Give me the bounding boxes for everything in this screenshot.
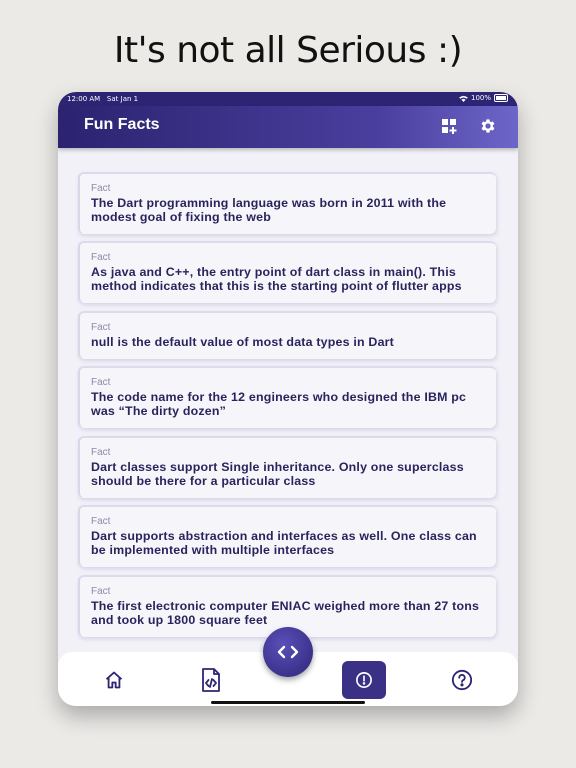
fact-label: Fact <box>91 586 111 597</box>
fact-label: Fact <box>91 252 111 263</box>
code-icon <box>277 645 299 659</box>
fact-text: The Dart programming language was born i… <box>91 196 447 224</box>
nav-home[interactable] <box>92 661 136 699</box>
fact-label: Fact <box>91 183 111 194</box>
code-fab-button[interactable] <box>263 627 313 677</box>
fact-label: Fact <box>91 377 111 388</box>
home-indicator <box>211 701 365 704</box>
app-bar: Fun Facts <box>58 106 518 148</box>
status-bar: 12:00 AM Sat Jan 1 100% <box>58 92 518 106</box>
wifi-icon <box>459 95 468 102</box>
info-icon <box>356 672 372 688</box>
status-date: Sat Jan 1 <box>106 95 139 103</box>
fact-card[interactable]: Fact Dart supports abstraction and inter… <box>78 505 496 567</box>
dashboard-add-icon[interactable] <box>440 117 458 135</box>
device-frame: 12:00 AM Sat Jan 1 100% Fun Facts Fact T… <box>58 92 518 706</box>
fact-card[interactable]: Fact As java and C++, the entry point of… <box>78 241 496 303</box>
nav-help[interactable] <box>440 661 484 699</box>
fact-label: Fact <box>91 516 111 527</box>
help-icon <box>451 669 473 691</box>
fact-text: The first electronic computer ENIAC weig… <box>91 599 480 627</box>
code-file-icon <box>202 668 220 692</box>
battery-percent: 100% <box>470 94 491 102</box>
battery-icon <box>494 94 508 102</box>
app-title: Fun Facts <box>84 116 160 133</box>
status-right: 100% <box>459 94 508 102</box>
fact-text: Dart classes support Single inheritance.… <box>91 460 464 488</box>
fact-card[interactable]: Fact The code name for the 12 engineers … <box>78 366 496 428</box>
fact-label: Fact <box>91 447 111 458</box>
fact-text: Dart supports abstraction and interfaces… <box>91 529 477 557</box>
fact-card[interactable]: Fact null is the default value of most d… <box>78 311 496 359</box>
gear-icon[interactable] <box>479 117 497 135</box>
status-time: 12:00 AM Sat Jan 1 <box>67 95 138 103</box>
home-icon <box>105 671 123 689</box>
headline: It's not all Serious :) <box>113 30 463 71</box>
fact-text: As java and C++, the entry point of dart… <box>91 265 462 293</box>
fact-text: null is the default value of most data t… <box>91 335 395 349</box>
fact-text: The code name for the 12 engineers who d… <box>91 390 467 418</box>
fact-label: Fact <box>91 322 111 333</box>
nav-code-file[interactable] <box>189 661 233 699</box>
fact-card[interactable]: Fact The Dart programming language was b… <box>78 172 496 234</box>
fact-card[interactable]: Fact Dart classes support Single inherit… <box>78 436 496 498</box>
nav-info[interactable] <box>342 661 386 699</box>
status-time-value: 12:00 AM <box>67 95 101 103</box>
